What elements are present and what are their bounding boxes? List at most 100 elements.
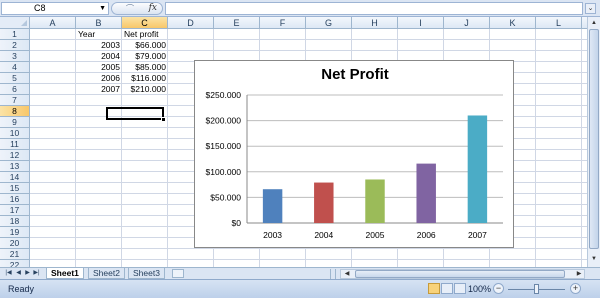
row-header-7[interactable]: 7 [0, 95, 30, 106]
row-header-1[interactable]: 1 [0, 29, 30, 40]
row-header-11[interactable]: 11 [0, 139, 30, 150]
tab-sheet3[interactable]: Sheet3 [128, 268, 165, 279]
row-header-20[interactable]: 20 [0, 238, 30, 249]
cell-c5[interactable]: $116.000 [122, 73, 166, 84]
last-sheet-icon[interactable]: ▶| [32, 268, 41, 279]
name-box-value: C8 [34, 3, 46, 13]
x-tick-label: 2006 [417, 230, 436, 240]
first-sheet-icon[interactable]: |◀ [4, 268, 13, 279]
chart-plot: $0 $50.000 $100.000 $150.000 $200.000 $250.00… [206, 90, 503, 240]
formula-input[interactable] [165, 2, 583, 15]
x-tick-label: 2007 [468, 230, 487, 240]
y-tick-label: $50.000 [210, 192, 241, 202]
insert-function-button[interactable]: fx [149, 3, 157, 14]
tab-sheet2[interactable]: Sheet2 [88, 268, 125, 279]
column-header-c[interactable]: C [122, 17, 168, 29]
scroll-right-icon[interactable]: ▶ [574, 270, 584, 278]
cell-c2[interactable]: $66.000 [122, 40, 166, 51]
next-sheet-icon[interactable]: ▶ [23, 268, 32, 279]
cell-b4[interactable]: 2005 [76, 62, 120, 73]
row-header-13[interactable]: 13 [0, 161, 30, 172]
row-header-8[interactable]: 8 [0, 106, 30, 117]
cell-b5[interactable]: 2006 [76, 73, 120, 84]
row-header-6[interactable]: 6 [0, 84, 30, 95]
row-header-17[interactable]: 17 [0, 205, 30, 216]
status-bar: Ready 100% − + [0, 279, 600, 298]
name-box-dropdown-icon[interactable]: ▼ [99, 3, 106, 14]
horizontal-scrollbar[interactable]: ◀ ▶ [340, 269, 585, 279]
horizontal-scroll-thumb[interactable] [355, 270, 565, 278]
bar-2003[interactable] [262, 189, 283, 223]
bar-2006[interactable] [416, 163, 436, 223]
select-all-icon [21, 20, 27, 26]
bar-2004[interactable] [314, 182, 334, 223]
x-tick-label: 2003 [263, 230, 282, 240]
column-header-h[interactable]: H [352, 17, 398, 29]
row-header-16[interactable]: 16 [0, 194, 30, 205]
y-tick-label: $250.000 [206, 90, 242, 100]
column-header-k[interactable]: K [490, 17, 536, 29]
cell-b3[interactable]: 2004 [76, 51, 120, 62]
y-tick-label: $100.000 [206, 167, 242, 177]
row-header-22[interactable]: 22 [0, 260, 30, 267]
scroll-up-icon[interactable]: ▲ [589, 18, 599, 28]
cell-c4[interactable]: $85.000 [122, 62, 166, 73]
row-header-9[interactable]: 9 [0, 117, 30, 128]
tab-sheet1[interactable]: Sheet1 [46, 268, 84, 279]
formula-bar: C8 ▼ ⌒ fx ⌄ [0, 0, 600, 17]
worksheet-grid: Year Net profit 2003 $66.000 2004 $79.000 2005… [0, 17, 587, 267]
column-header-e[interactable]: E [214, 17, 260, 29]
selected-cell-c8[interactable] [106, 107, 166, 122]
fill-handle[interactable] [161, 117, 166, 122]
column-header-j[interactable]: J [444, 17, 490, 29]
cell-c3[interactable]: $79.000 [122, 51, 166, 62]
row-header-14[interactable]: 14 [0, 172, 30, 183]
cell-b2[interactable]: 2003 [76, 40, 120, 51]
bar-2005[interactable] [365, 179, 385, 223]
zoom-level[interactable]: 100% [468, 284, 491, 294]
expand-formula-bar-icon[interactable]: ⌄ [585, 3, 596, 14]
prev-sheet-icon[interactable]: ◀ [14, 268, 23, 279]
y-tick-label: $200.000 [206, 116, 242, 126]
column-header-i[interactable]: I [398, 17, 444, 29]
insert-sheet-icon[interactable] [172, 269, 184, 278]
tab-split-handle[interactable] [330, 269, 336, 279]
vertical-scroll-thumb[interactable] [589, 29, 599, 249]
scroll-down-icon[interactable]: ▼ [589, 254, 599, 264]
vertical-scrollbar[interactable]: ▲ ▼ [587, 17, 600, 267]
normal-view-icon[interactable] [428, 283, 440, 294]
page-layout-view-icon[interactable] [441, 283, 453, 294]
zoom-out-button[interactable]: − [493, 283, 504, 294]
row-header-2[interactable]: 2 [0, 40, 30, 51]
column-header-b[interactable]: B [76, 17, 122, 29]
name-box[interactable]: C8 ▼ [1, 2, 109, 15]
row-header-10[interactable]: 10 [0, 128, 30, 139]
formula-bar-grip-icon: ⌒ [126, 4, 134, 13]
net-profit-chart[interactable]: Net Profit $0 $50.000 $100.000 $150.000 $200… [194, 60, 514, 248]
cell-b1[interactable]: Year [78, 29, 95, 40]
cell-c6[interactable]: $210.000 [122, 84, 166, 95]
cell-b6[interactable]: 2007 [76, 84, 120, 95]
row-header-5[interactable]: 5 [0, 73, 30, 84]
zoom-in-button[interactable]: + [570, 283, 581, 294]
row-header-12[interactable]: 12 [0, 150, 30, 161]
bar-2007[interactable] [467, 115, 488, 223]
zoom-slider-thumb[interactable] [534, 284, 539, 294]
row-header-21[interactable]: 21 [0, 249, 30, 260]
column-header-l[interactable]: L [536, 17, 582, 29]
column-header-f[interactable]: F [260, 17, 306, 29]
row-header-19[interactable]: 19 [0, 227, 30, 238]
cell-c1[interactable]: Net profit [124, 29, 159, 40]
row-header-4[interactable]: 4 [0, 62, 30, 73]
page-break-preview-icon[interactable] [454, 283, 466, 294]
column-header-g[interactable]: G [306, 17, 352, 29]
row-header-3[interactable]: 3 [0, 51, 30, 62]
column-header-a[interactable]: A [30, 17, 76, 29]
x-tick-label: 2004 [314, 230, 333, 240]
row-header-15[interactable]: 15 [0, 183, 30, 194]
column-header-d[interactable]: D [168, 17, 214, 29]
scroll-left-icon[interactable]: ◀ [342, 270, 352, 278]
row-headers: 1 2 3 4 5 6 7 8 9 10 11 12 13 14 15 16 17 18 19 20 21 22 [0, 29, 30, 267]
select-all-button[interactable] [0, 17, 30, 29]
row-header-18[interactable]: 18 [0, 216, 30, 227]
